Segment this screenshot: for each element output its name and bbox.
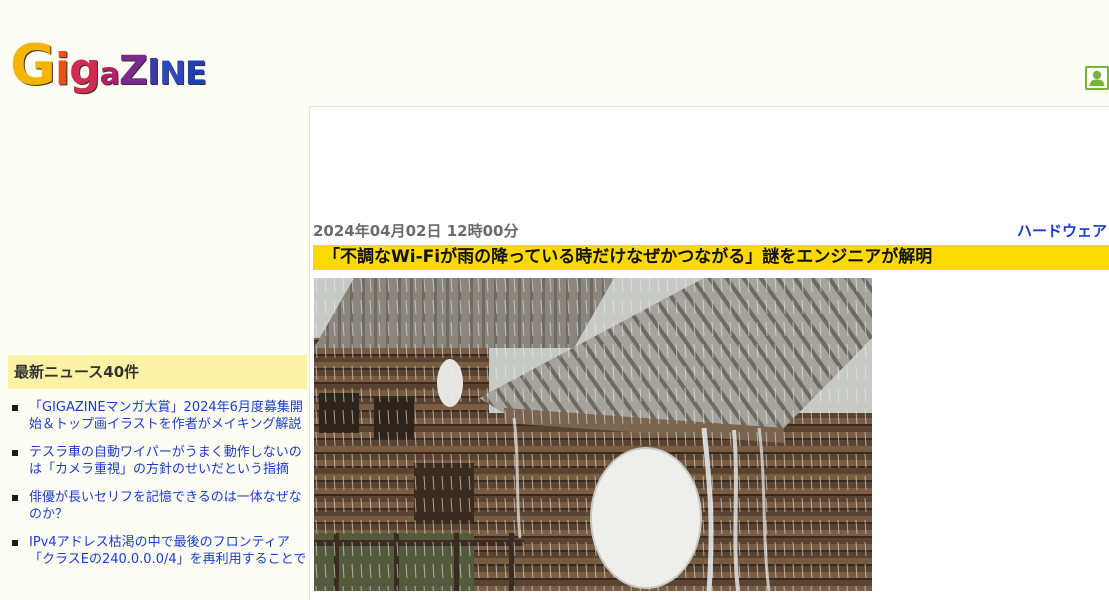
page: GigaZINE 2024年04月02日 12時00分 ハードウェア 「不調なW… bbox=[0, 0, 1109, 600]
news-link[interactable]: IPv4アドレス枯渇の中で最後のフロンティア「クラスEの240.0.0.0/4」… bbox=[29, 534, 307, 568]
logo-letter: a bbox=[99, 57, 120, 92]
article-title[interactable]: 「不調なWi-Fiが雨の降っている時だけなぜかつながる」謎をエンジニアが解明 bbox=[313, 245, 1109, 270]
list-item: IPv4アドレス枯渇の中で最後のフロンティア「クラスEの240.0.0.0/4」… bbox=[0, 534, 309, 568]
list-item: 「GIGAZINEマンガ大賞」2024年6月度募集開始＆トップ画イラストを作者が… bbox=[0, 399, 309, 433]
news-link[interactable]: 「GIGAZINEマンガ大賞」2024年6月度募集開始＆トップ画イラストを作者が… bbox=[29, 399, 307, 433]
logo-letter: i bbox=[54, 44, 70, 95]
article-photo bbox=[314, 278, 872, 591]
logo-letter: N bbox=[159, 54, 186, 92]
article-image[interactable] bbox=[314, 278, 872, 591]
latest-news-heading: 最新ニュース40件 bbox=[8, 355, 307, 389]
bullet-icon bbox=[12, 450, 18, 456]
article-category-link[interactable]: ハードウェア bbox=[1017, 221, 1107, 241]
user-icon bbox=[1087, 68, 1107, 88]
bullet-icon bbox=[12, 495, 18, 501]
bullet-icon bbox=[12, 405, 18, 411]
gigazine-logo[interactable]: GigaZINE bbox=[10, 33, 207, 105]
list-item: 俳優が長いセリフを記憶できるのは一体なぜなのか？ bbox=[0, 489, 309, 523]
logo-letter: G bbox=[10, 33, 56, 98]
news-link[interactable]: テスラ車の自動ワイパーがうまく動作しないのは「カメラ重視」の方針のせいだという指… bbox=[29, 444, 307, 478]
user-account-button[interactable] bbox=[1085, 66, 1109, 90]
news-link[interactable]: 俳優が長いセリフを記憶できるのは一体なぜなのか？ bbox=[29, 489, 307, 523]
logo-letter: g bbox=[69, 44, 100, 95]
bullet-icon bbox=[12, 540, 18, 546]
list-item: テスラ車の自動ワイパーがうまく動作しないのは「カメラ重視」の方針のせいだという指… bbox=[0, 444, 309, 478]
latest-news-list: 「GIGAZINEマンガ大賞」2024年6月度募集開始＆トップ画イラストを作者が… bbox=[0, 399, 309, 579]
logo-letter: I bbox=[146, 52, 160, 93]
logo-letter: E bbox=[185, 54, 207, 92]
article-date: 2024年04月02日 12時00分 bbox=[313, 222, 519, 240]
logo-letter: Z bbox=[118, 48, 148, 94]
